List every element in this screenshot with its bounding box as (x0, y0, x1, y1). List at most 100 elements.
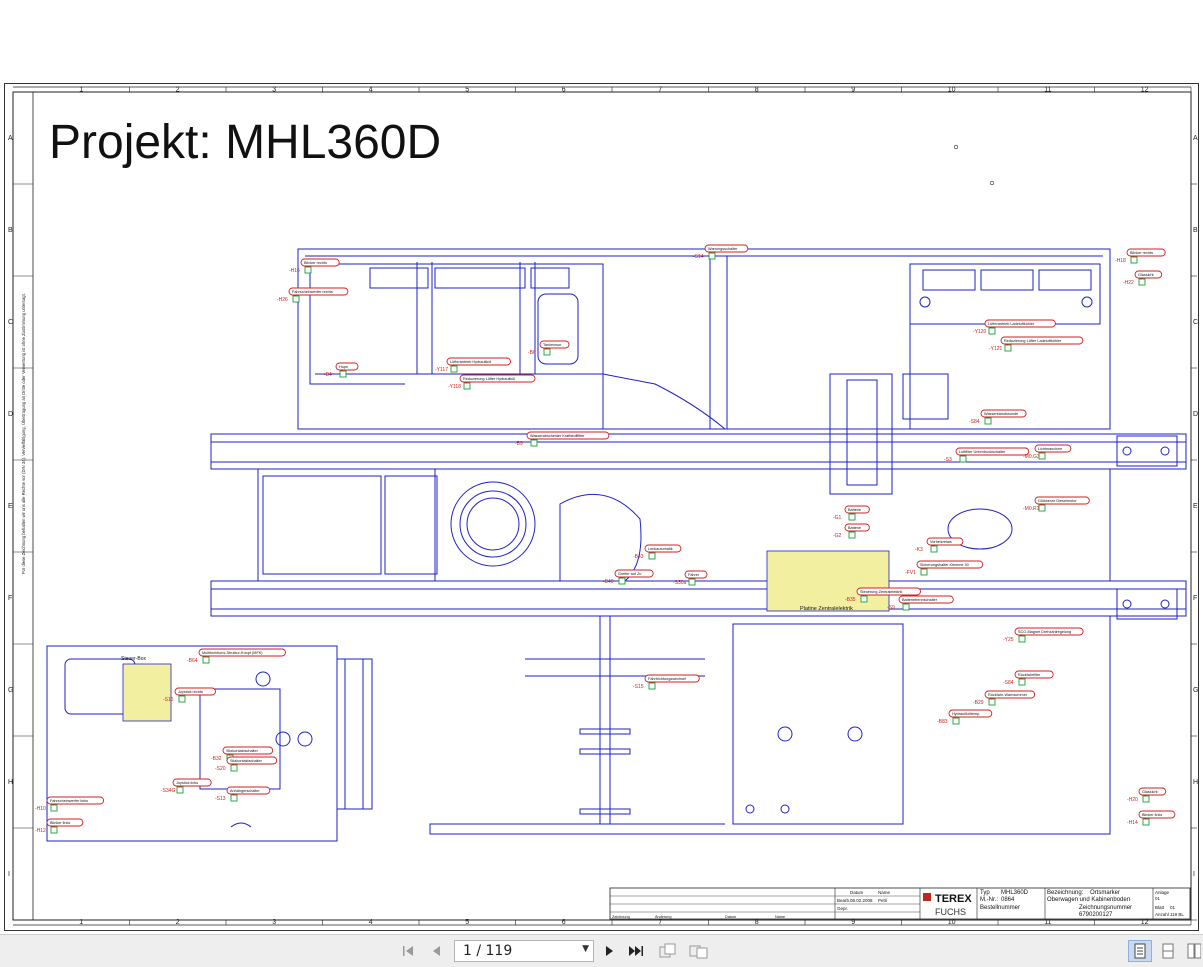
component-marker (1142, 818, 1150, 826)
component-description: Fahrscheinwerfer rechts (292, 290, 333, 294)
grid-row-label-left: C (8, 319, 13, 326)
component-label: Blinker rechts -H16 (289, 258, 340, 274)
designation-value: Ortsmarker (1090, 890, 1120, 896)
title-gepr-label: Gepr. (837, 906, 848, 911)
component-description: Wartungsschalter (708, 247, 738, 251)
grid-row-label-left: I (8, 871, 10, 878)
rotate-page-icon[interactable] (657, 941, 679, 961)
component-reference: -FV1 (905, 570, 916, 576)
grid-row-label-left: G (8, 687, 13, 694)
brand-terex: TEREX (935, 893, 972, 905)
page-transition-icon[interactable] (688, 941, 710, 961)
component-label: Luftfilter Unterdruckschalter -S3 (944, 447, 1030, 463)
blatt-value: 01 (1170, 905, 1176, 910)
component-marker (304, 266, 312, 274)
designation-label: Bezeichnung: (1047, 890, 1084, 896)
component-marker (1038, 504, 1046, 512)
continuous-view-icon[interactable] (1156, 940, 1180, 962)
component-marker (848, 531, 856, 539)
page-title: Projekt: MHL360D (49, 116, 441, 169)
previous-page-icon[interactable] (425, 941, 447, 961)
grid-row-label-right: G (1193, 687, 1198, 694)
next-page-icon[interactable] (599, 941, 621, 961)
grid-column-label-top: 9 (851, 87, 855, 94)
grid-column-label-bottom: 3 (272, 919, 276, 926)
document-page-area: 1 1 2 2 3 3 4 4 5 5 6 6 7 7 8 8 9 9 10 10 11 11 12 12 A A B B C C D D E E… (0, 0, 1203, 934)
component-marker (50, 804, 58, 812)
revision-header: Name (775, 915, 785, 919)
component-marker (230, 794, 238, 802)
component-label: Fahrscheinwerfer rechts -H26 (277, 287, 349, 303)
drawing-number-label: Zeichnungsnummer (1079, 905, 1132, 911)
component-description: Batterie (848, 526, 861, 530)
component-description: Batterietrennschalter (902, 598, 938, 602)
component-marker (339, 370, 347, 378)
component-marker (50, 826, 58, 834)
mnr-label: M.-Nr.: (980, 897, 998, 903)
grid-column-label-bottom: 4 (369, 919, 373, 926)
component-description: Reduzierung Lüfter Ladeluftkühler (1004, 339, 1062, 343)
title-name-label: Name (878, 890, 891, 895)
type-value: MHL360D (1001, 890, 1029, 896)
component-reference: -S84 (969, 419, 980, 425)
component-description: Glassicht (1142, 790, 1159, 794)
component-description: Blinker links (50, 821, 70, 825)
component-reference: -S3 (944, 457, 952, 463)
last-page-icon[interactable] (625, 941, 647, 961)
component-description: Greifer auf Zu (618, 572, 641, 576)
grid-column-label-bottom: 9 (851, 919, 855, 926)
component-reference: -Y120 (973, 329, 987, 335)
component-description: Reduzierung Lüfter Hydrauliköl (463, 377, 515, 381)
page-selector[interactable]: 1 / 119 ▼ (454, 940, 594, 962)
grid-column-label-top: 4 (369, 87, 373, 94)
single-page-view-icon[interactable] (1128, 940, 1152, 962)
designation-value-2: Oberwagen und Kabinenboden (1047, 897, 1130, 903)
component-reference: -H18 (1115, 258, 1126, 264)
component-label: Fahrscheinwerfer links -H10 (35, 796, 105, 812)
component-marker (860, 595, 868, 603)
title-date-label: Datum (850, 890, 864, 895)
component-label: Vorheizrelais -K3 (915, 537, 964, 553)
component-marker (292, 295, 300, 303)
component-description: Steuerung Zentralelektrik (860, 590, 903, 594)
component-reference: -H10 (35, 806, 46, 812)
order-label: Bestellnummer (980, 905, 1020, 911)
component-description: Fahrscheinwerfer links (50, 799, 88, 803)
facing-view-icon[interactable] (1182, 940, 1203, 962)
component-label: Hydrauliköltemp. -B83 (937, 709, 993, 725)
component-label: Fahrer-S30a (673, 570, 708, 586)
component-reference: -S15 (633, 684, 644, 690)
title-date-value: 08.02.2008 (850, 898, 873, 903)
component-reference: -S16 (163, 697, 174, 703)
grid-row-label-left: A (8, 135, 13, 142)
component-label: Multifunktions-Struktur-Knopf (MFK) -B64 (187, 648, 286, 664)
component-reference: -B35 (845, 597, 856, 603)
component-description: Rückfahrfilter (1018, 673, 1041, 677)
grid-column-label-bottom: 11 (1044, 919, 1051, 926)
component-description: Blinker links (1142, 813, 1162, 817)
grid-row-label-right: F (1193, 595, 1197, 602)
component-description: Luftfilter Unterdruckschalter (959, 450, 1006, 454)
grid-row-label-right: H (1193, 779, 1198, 786)
component-marker (1018, 635, 1026, 643)
component-reference: -S30a (673, 580, 687, 586)
component-description: Sitzkontaktschalter (226, 749, 259, 753)
component-reference: -H14 (1127, 820, 1138, 826)
first-page-icon[interactable] (398, 941, 420, 961)
component-reference: -B32 (211, 756, 222, 762)
drawing-sheet: 1 1 2 2 3 3 4 4 5 5 6 6 7 7 8 8 9 9 10 10 11 11 12 12 A A B B C C D D E E… (4, 83, 1199, 931)
component-label: Joystick links-S34G (161, 778, 212, 794)
title-block: Datum Name Bearb. 08.02.2008 Petri Gepr.… (609, 887, 1191, 920)
component-marker (648, 682, 656, 690)
component-reference: -M0.G3 (1023, 454, 1040, 460)
component-description: Wasserabscheider Kraftstofffilter (530, 434, 585, 438)
component-marker (1018, 678, 1026, 686)
component-marker (618, 577, 626, 585)
component-reference: -K3 (915, 547, 923, 553)
chevron-down-icon: ▼ (582, 944, 589, 954)
component-reference: -H12 (35, 828, 46, 834)
component-marker (1130, 256, 1138, 264)
component-marker (1004, 344, 1012, 352)
revision-header: Zeichnung (612, 915, 630, 919)
component-description: Fahrtrichtungswechsel (648, 677, 686, 681)
